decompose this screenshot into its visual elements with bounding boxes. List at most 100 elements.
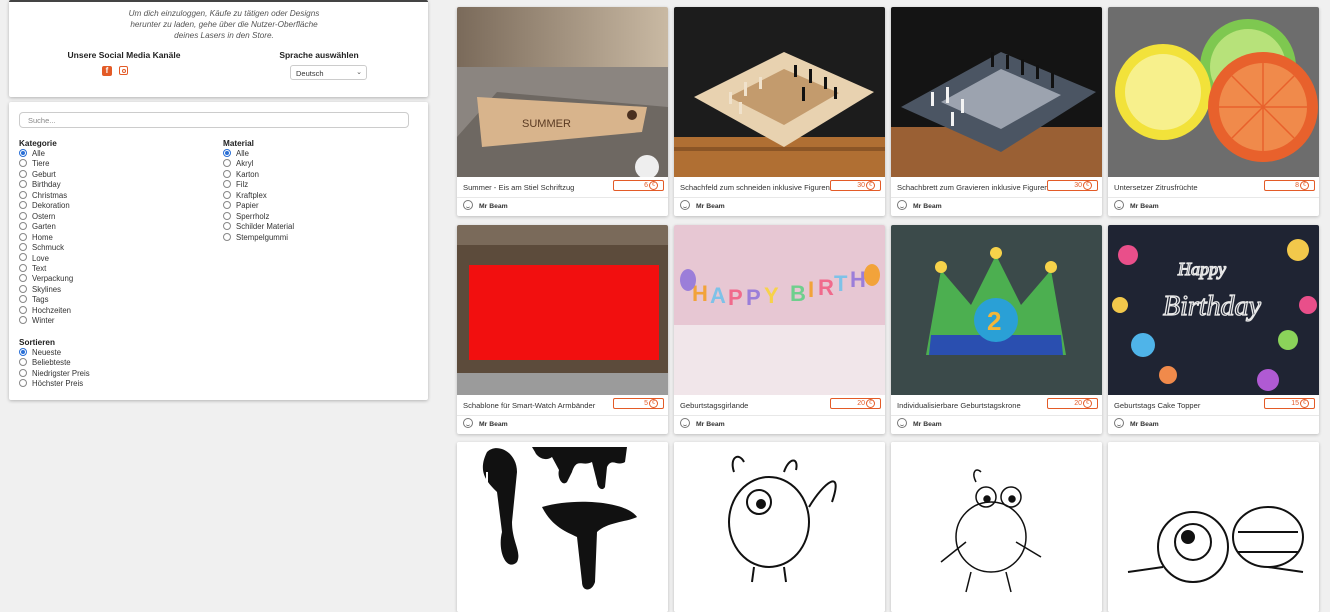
material-option[interactable]: Filz — [223, 180, 248, 190]
product-card[interactable] — [1108, 442, 1319, 612]
product-card[interactable]: 2 Individualisierbare Geburtstagskrone 20 €… — [891, 225, 1102, 434]
radio-button[interactable] — [19, 159, 27, 168]
radio-button[interactable] — [19, 180, 27, 189]
radio-button[interactable] — [19, 242, 27, 251]
category-option[interactable]: Christmas — [19, 190, 67, 201]
radio-button[interactable] — [19, 358, 27, 367]
product-price[interactable]: 30 € — [830, 180, 881, 191]
radio-button[interactable] — [19, 222, 27, 231]
radio-button[interactable] — [19, 211, 27, 220]
category-option[interactable]: Love — [19, 253, 49, 264]
category-option[interactable]: Verpackung — [19, 274, 73, 284]
sort-option[interactable]: Neueste — [19, 347, 61, 358]
sort-option[interactable]: Beliebteste — [19, 358, 71, 368]
category-option[interactable]: Garten — [19, 222, 56, 232]
product-author[interactable]: Mr Beam — [680, 418, 725, 428]
radio-button[interactable] — [223, 148, 231, 157]
product-price[interactable]: 6 € — [613, 180, 664, 191]
product-author[interactable]: Mr Beam — [897, 418, 942, 428]
radio-button[interactable] — [19, 316, 27, 325]
material-option[interactable]: Kraftplex — [223, 190, 267, 201]
product-card[interactable]: Untersetzer Zitrusfrüchte 8 € Mr Beam — [1108, 7, 1319, 216]
product-name[interactable]: Geburtstagsgirlande — [680, 401, 748, 410]
product-image[interactable] — [457, 225, 668, 395]
category-option[interactable]: Dekoration — [19, 201, 70, 211]
category-option[interactable]: Skylines — [19, 284, 61, 295]
radio-button[interactable] — [19, 368, 27, 377]
product-image[interactable] — [891, 7, 1102, 177]
category-option[interactable]: Text — [19, 263, 46, 274]
product-card[interactable]: H A P P Y B I R T H Geburtstagsgirlande 20 € Mr Beam — [674, 225, 885, 434]
product-card[interactable] — [457, 442, 668, 612]
radio-button[interactable] — [19, 295, 27, 304]
product-card[interactable]: Happy Birthday Geburtstags Cake Topper 15 € M… — [1108, 225, 1319, 434]
product-image[interactable] — [1108, 7, 1319, 177]
radio-button[interactable] — [19, 169, 27, 178]
product-image[interactable] — [674, 442, 885, 612]
product-author[interactable]: Mr Beam — [1114, 200, 1159, 210]
radio-button[interactable] — [19, 347, 27, 356]
radio-button[interactable] — [19, 148, 27, 157]
product-price[interactable]: 30 € — [1047, 180, 1098, 191]
category-option[interactable]: Schmuck — [19, 242, 64, 253]
category-option[interactable]: Home — [19, 232, 53, 243]
product-price[interactable]: 20 € — [830, 398, 881, 409]
facebook-icon[interactable]: f — [102, 66, 112, 76]
category-option[interactable]: Hochzeiten — [19, 305, 71, 316]
radio-button[interactable] — [223, 169, 231, 178]
radio-button[interactable] — [223, 201, 231, 210]
product-card[interactable]: SUMMER Summer - Eis am Stiel Schriftzug 6 €… — [457, 7, 668, 216]
radio-button[interactable] — [223, 180, 231, 189]
product-card[interactable]: Schachfeld zum schneiden inklusive Figur… — [674, 7, 885, 216]
category-option[interactable]: Alle — [19, 148, 45, 159]
radio-button[interactable] — [223, 211, 231, 220]
product-author[interactable]: Mr Beam — [1114, 418, 1159, 428]
product-name[interactable]: Schachbrett zum Gravieren inklusive Figu… — [897, 183, 1049, 192]
product-image[interactable]: Happy Birthday — [1108, 225, 1319, 395]
material-option[interactable]: Sperrholz — [223, 211, 269, 222]
radio-button[interactable] — [223, 232, 231, 241]
radio-button[interactable] — [19, 379, 27, 388]
product-author[interactable]: Mr Beam — [680, 200, 725, 210]
material-option[interactable]: Papier — [223, 201, 259, 211]
radio-button[interactable] — [223, 159, 231, 168]
radio-button[interactable] — [19, 263, 27, 272]
radio-button[interactable] — [223, 222, 231, 231]
product-name[interactable]: Individualisierbare Geburtstagskrone — [897, 401, 1021, 410]
product-image[interactable]: SUMMER — [457, 7, 668, 179]
category-option[interactable]: Winter — [19, 316, 55, 326]
category-option[interactable]: Tags — [19, 295, 48, 305]
product-name[interactable]: Schablone für Smart-Watch Armbänder — [463, 401, 595, 410]
material-option[interactable]: Alle — [223, 148, 249, 159]
product-price[interactable]: 8 € — [1264, 180, 1315, 191]
product-image[interactable] — [457, 442, 668, 612]
product-name[interactable]: Summer - Eis am Stiel Schriftzug — [463, 183, 574, 192]
product-price[interactable]: 15 € — [1264, 398, 1315, 409]
product-author[interactable]: Mr Beam — [463, 200, 508, 210]
language-select[interactable]: Deutsch ⌄ — [290, 65, 367, 80]
search-input[interactable]: Suche... — [19, 112, 409, 128]
category-option[interactable]: Birthday — [19, 180, 61, 190]
radio-button[interactable] — [19, 284, 27, 293]
category-option[interactable]: Tiere — [19, 159, 49, 169]
product-author[interactable]: Mr Beam — [897, 200, 942, 210]
product-image[interactable]: HAPPYBIRTH — [674, 225, 885, 395]
product-price[interactable]: 5 € — [613, 398, 664, 409]
product-name[interactable]: Geburtstags Cake Topper — [1114, 401, 1200, 410]
product-name[interactable]: Schachfeld zum schneiden inklusive Figur… — [680, 183, 830, 192]
product-price[interactable]: 20 € — [1047, 398, 1098, 409]
material-option[interactable]: Stempelgummi — [223, 232, 288, 243]
radio-button[interactable] — [223, 190, 231, 199]
product-card[interactable]: Schablone für Smart-Watch Armbänder 5 € Mr … — [457, 225, 668, 434]
product-image[interactable]: 2 — [891, 225, 1102, 395]
sort-option[interactable]: Höchster Preis — [19, 379, 83, 389]
radio-button[interactable] — [19, 201, 27, 210]
instagram-icon[interactable] — [119, 66, 128, 75]
material-option[interactable]: Karton — [223, 169, 259, 180]
product-image[interactable] — [1108, 442, 1319, 612]
product-image[interactable] — [891, 442, 1102, 612]
product-name[interactable]: Untersetzer Zitrusfrüchte — [1114, 183, 1198, 192]
radio-button[interactable] — [19, 274, 27, 283]
product-card[interactable] — [891, 442, 1102, 612]
category-option[interactable]: Ostern — [19, 211, 55, 222]
